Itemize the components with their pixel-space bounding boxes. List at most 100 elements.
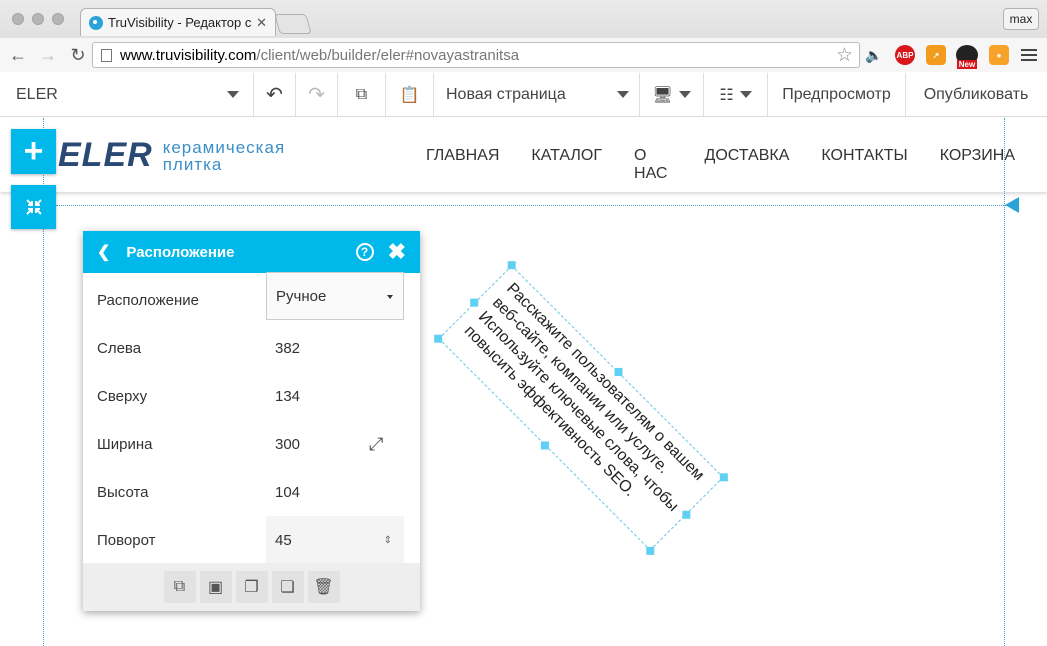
resize-handle[interactable]: [646, 546, 655, 555]
position-mode-row: Расположение Ручное: [83, 272, 420, 324]
resize-handle[interactable]: [719, 473, 728, 482]
resize-handle[interactable]: [614, 367, 623, 376]
speaker-icon[interactable]: 🔈: [864, 45, 884, 65]
page-icon: [101, 48, 112, 62]
help-icon[interactable]: ?: [355, 243, 374, 261]
monitor-icon: 🖥: [652, 86, 673, 104]
panel-footer: ⧉ ▣ ❐ ❏ 🗑: [83, 563, 420, 611]
close-window-button[interactable]: [12, 13, 24, 25]
height-label: Высота: [97, 483, 149, 501]
browser-tab[interactable]: TruVisibility - Редактор са ✕: [80, 8, 276, 36]
top-input[interactable]: 134: [275, 388, 300, 405]
width-label: Ширина: [97, 435, 153, 453]
position-mode-select[interactable]: Ручное: [266, 272, 404, 320]
copy-button[interactable]: ⧉: [338, 73, 386, 116]
height-row: Высота 104: [83, 468, 420, 516]
logo-tagline: керамическая плитка: [163, 139, 285, 173]
page-selector[interactable]: Новая страница: [434, 73, 640, 116]
copy-element-button[interactable]: ⧉: [163, 571, 196, 603]
reload-icon[interactable]: ↻: [66, 45, 90, 66]
back-arrow-icon[interactable]: ←: [6, 45, 30, 66]
chart-icon[interactable]: ↗: [926, 45, 946, 65]
top-row: Сверху 134: [83, 372, 420, 420]
rss-icon[interactable]: ●: [989, 45, 1009, 65]
url-host: www.truvisibility.com: [120, 46, 257, 64]
url-path: /client/web/builder/eler#novayastranitsa: [256, 46, 520, 64]
zoom-window-button[interactable]: [52, 13, 64, 25]
minimize-window-button[interactable]: [32, 13, 44, 25]
width-input[interactable]: 300: [275, 436, 300, 453]
bring-forward-icon: ❐: [244, 579, 259, 596]
menu-item-delivery[interactable]: ДОСТАВКА: [705, 147, 790, 183]
device-selector[interactable]: 🖥: [640, 73, 704, 116]
back-chevron-icon[interactable]: ❮: [97, 242, 110, 262]
settings-selector[interactable]: ☷: [704, 73, 768, 116]
paste-element-button[interactable]: ▣: [199, 571, 232, 603]
position-mode-label: Расположение: [97, 291, 199, 309]
resize-handle[interactable]: [470, 298, 479, 307]
dropdown-icon: [387, 295, 393, 299]
position-mode-value: Ручное: [276, 287, 327, 305]
send-backward-icon: ❏: [280, 579, 295, 596]
chevron-down-icon: [739, 91, 752, 98]
redo-button[interactable]: ↷: [296, 73, 338, 116]
copy-icon: ⧉: [355, 85, 368, 103]
paste-icon: ▣: [207, 579, 224, 596]
logo-main: ELER: [58, 136, 153, 174]
add-element-button[interactable]: +: [11, 129, 56, 174]
preview-button[interactable]: Предпросмотр: [768, 73, 906, 116]
menu-item-about[interactable]: О НАС: [634, 147, 672, 183]
adblock-icon[interactable]: ABP: [895, 45, 915, 65]
position-panel: ❮ Расположение ? ✖ Расположение Ручное С…: [83, 231, 420, 611]
height-input[interactable]: 104: [275, 484, 300, 501]
tab-close-icon[interactable]: ✕: [256, 15, 267, 31]
bookmark-star-icon[interactable]: ☆: [836, 44, 853, 67]
logo-tagline-line2: плитка: [162, 154, 223, 174]
forward-arrow-icon[interactable]: →: [36, 45, 60, 66]
resize-handle[interactable]: [434, 334, 443, 343]
new-badge-icon[interactable]: New: [956, 45, 978, 69]
collapse-button[interactable]: [11, 185, 56, 229]
resize-handle[interactable]: [682, 510, 691, 519]
address-bar[interactable]: www.truvisibility.com/client/web/builder…: [92, 42, 860, 68]
menu-icon[interactable]: [1021, 46, 1037, 64]
panel-title: Расположение: [126, 243, 235, 261]
publish-button[interactable]: Опубликовать: [906, 73, 1046, 116]
spinner-icon[interactable]: ⇕: [384, 535, 392, 546]
trash-icon: 🗑: [313, 579, 334, 596]
site-logo[interactable]: ELER керамическая плитка: [58, 136, 285, 175]
top-label: Сверху: [97, 387, 148, 405]
expand-icon[interactable]: ⤢: [369, 434, 383, 455]
chevron-down-icon: [678, 91, 691, 98]
width-row: Ширина 300 ⤢: [83, 420, 420, 468]
resize-handle[interactable]: [540, 441, 549, 450]
new-tab-button[interactable]: [274, 14, 312, 34]
profile-button[interactable]: max: [1003, 8, 1039, 30]
left-input[interactable]: 382: [275, 340, 300, 357]
paste-button[interactable]: 📋: [386, 73, 434, 116]
redo-icon: ↷: [308, 84, 325, 106]
guide-line-horizontal: [56, 205, 1006, 206]
bring-forward-button[interactable]: ❐: [235, 571, 268, 603]
resize-handle[interactable]: [507, 261, 516, 270]
send-backward-button[interactable]: ❏: [271, 571, 304, 603]
close-icon[interactable]: ✖: [388, 239, 406, 265]
rotation-label: Поворот: [97, 531, 156, 549]
left-row: Слева 382: [83, 324, 420, 372]
site-selector[interactable]: ELER: [0, 73, 254, 116]
menu-item-contacts[interactable]: КОНТАКТЫ: [821, 147, 907, 183]
rotation-input[interactable]: 45 ⇕: [266, 516, 404, 564]
rotation-value: 45: [275, 531, 292, 549]
undo-button[interactable]: ↶: [254, 73, 296, 116]
window-controls: [12, 13, 64, 25]
guide-marker-icon[interactable]: [1005, 197, 1019, 213]
undo-icon: ↶: [266, 84, 283, 106]
site-name: ELER: [16, 85, 58, 103]
menu-item-catalog[interactable]: КАТАЛОГ: [531, 147, 602, 183]
text-block[interactable]: Расскажите пользователям о вашем веб-сай…: [434, 261, 728, 555]
new-badge-label: New: [956, 60, 978, 69]
delete-button[interactable]: 🗑: [307, 571, 340, 603]
favicon-icon: [89, 15, 103, 30]
menu-item-home[interactable]: ГЛАВНАЯ: [426, 147, 499, 183]
text-block-content[interactable]: Расскажите пользователям о вашем веб-сай…: [459, 279, 714, 534]
